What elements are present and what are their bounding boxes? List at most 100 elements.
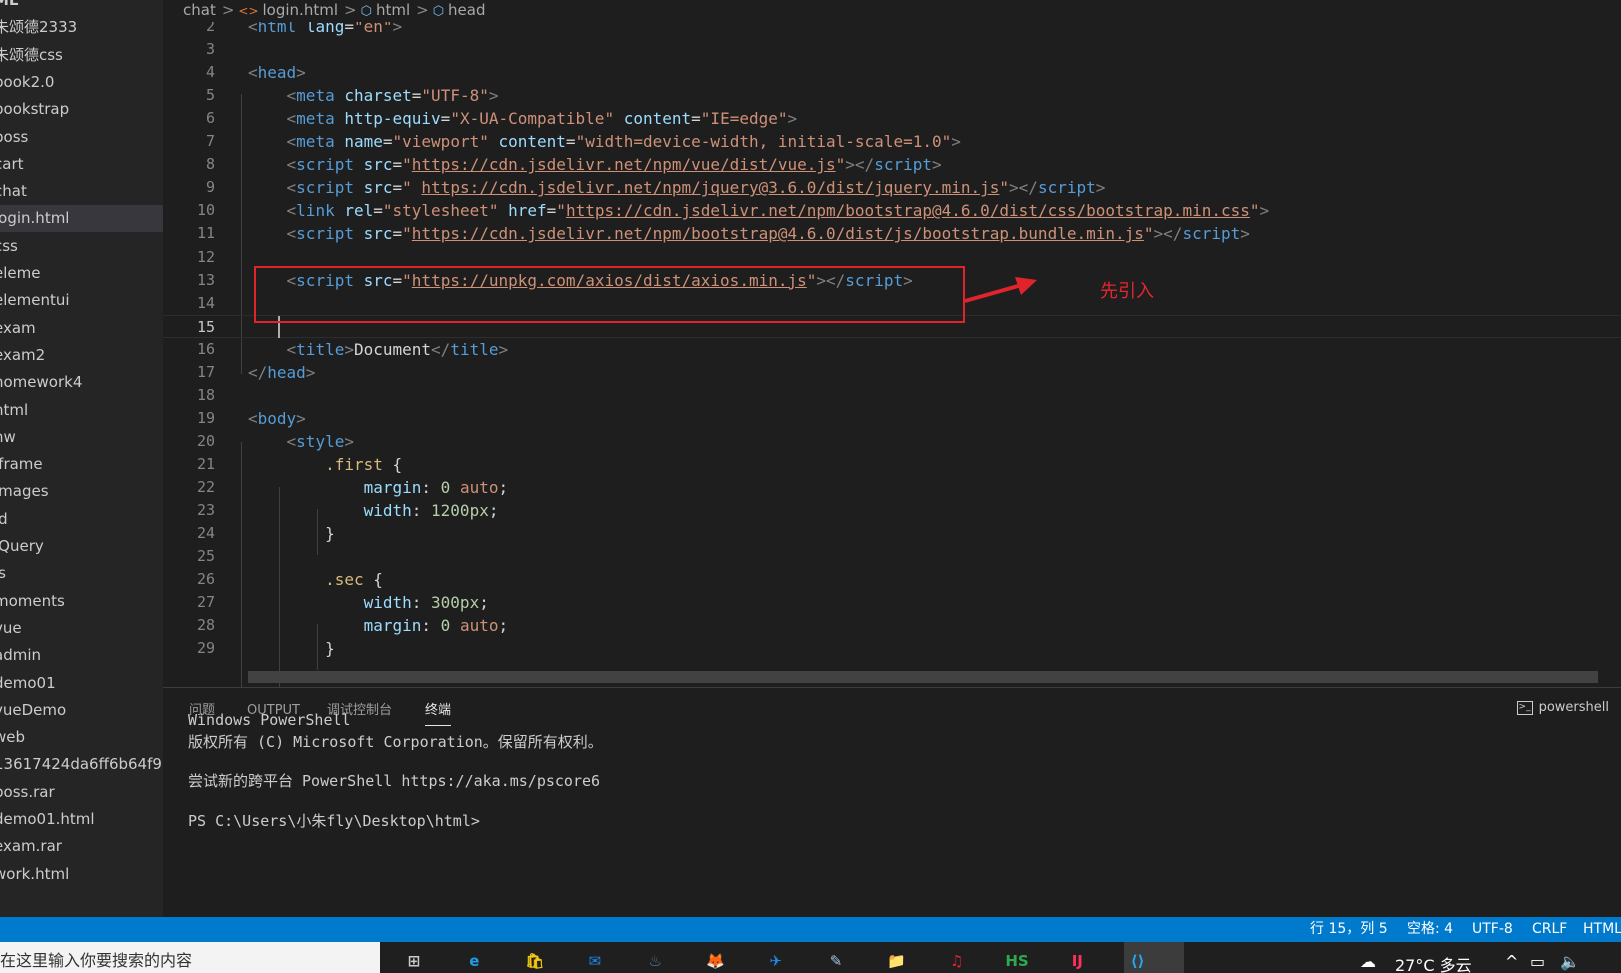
sidebar-item[interactable]: css bbox=[0, 233, 163, 260]
code-line[interactable]: 9 <script src=" https://cdn.jsdelivr.net… bbox=[163, 176, 1621, 200]
hbuilder-icon[interactable]: HS bbox=[1003, 950, 1031, 973]
sidebar-item[interactable]: login.html bbox=[0, 205, 163, 233]
sidebar-item[interactable]: js bbox=[0, 560, 163, 587]
code-line[interactable]: 16 <title>Document</title> bbox=[163, 338, 1621, 362]
breadcrumb-folder[interactable]: chat bbox=[183, 1, 216, 19]
sidebar-item[interactable]: elementui bbox=[0, 287, 163, 314]
sidebar-item[interactable]: demo01 bbox=[0, 670, 163, 697]
code-line[interactable]: 27 width: 300px; bbox=[163, 591, 1621, 615]
code-editor[interactable]: 2 <html lang="en"> 3 4 <head> 5 <meta charset… bbox=[163, 22, 1621, 687]
code-line[interactable]: 11 <script src="https://cdn.jsdelivr.net… bbox=[163, 222, 1621, 246]
sidebar-item[interactable]: 13617424da6ff6b64f9... bbox=[0, 751, 163, 778]
sidebar-item[interactable]: cart bbox=[0, 151, 163, 178]
folder-icon[interactable]: 📁 bbox=[882, 950, 910, 973]
sidebar-item[interactable]: vueDemo bbox=[0, 697, 163, 724]
sidebar-item[interactable]: jQuery bbox=[0, 533, 163, 560]
line-number: 12 bbox=[196, 247, 215, 266]
sidebar-item[interactable]: web bbox=[0, 724, 163, 751]
sidebar-item[interactable]: vue bbox=[0, 615, 163, 642]
volume-icon[interactable]: 🔈 bbox=[1560, 952, 1580, 971]
edge-icon[interactable]: e bbox=[460, 950, 488, 973]
breadcrumb-html[interactable]: html bbox=[376, 1, 410, 19]
code-line[interactable]: 7 <meta name="viewport" content="width=d… bbox=[163, 130, 1621, 154]
line-ending[interactable]: CRLF bbox=[1532, 917, 1567, 942]
sidebar-item[interactable]: chat bbox=[0, 178, 163, 205]
encoding[interactable]: UTF-8 bbox=[1472, 917, 1513, 942]
code-line[interactable]: 5 <meta charset="UTF-8"> bbox=[163, 84, 1621, 108]
sidebar-item[interactable]: exam bbox=[0, 315, 163, 342]
sidebar-item[interactable]: 朱颂德2333 bbox=[0, 14, 163, 41]
sidebar-item[interactable]: html bbox=[0, 397, 163, 424]
language-mode[interactable]: HTML bbox=[1583, 917, 1621, 942]
code-line[interactable]: 25 bbox=[163, 545, 1621, 569]
weather-text[interactable]: 27°C 多云 bbox=[1395, 952, 1472, 973]
sidebar-item[interactable]: moments bbox=[0, 588, 163, 615]
code-line[interactable]: 23 width: 1200px; bbox=[163, 499, 1621, 523]
code-line[interactable]: 21 .first { bbox=[163, 453, 1621, 477]
code-line[interactable]: 17 </head> bbox=[163, 361, 1621, 385]
line-number: 4 bbox=[205, 63, 215, 82]
breadcrumb-file[interactable]: login.html bbox=[263, 1, 338, 19]
network-icon[interactable]: ▭ bbox=[1530, 952, 1545, 971]
code-line[interactable]: 10 <link rel="stylesheet" href="https://… bbox=[163, 199, 1621, 223]
sidebar-item[interactable]: l bbox=[0, 888, 163, 915]
netease-music-icon[interactable]: ♫ bbox=[943, 950, 971, 973]
sidebar-item[interactable]: bookstrap bbox=[0, 96, 163, 123]
code-line[interactable]: 6 <meta http-equiv="X-UA-Compatible" con… bbox=[163, 107, 1621, 131]
sidebar-item[interactable]: boss.rar bbox=[0, 779, 163, 806]
sidebar-item[interactable]: demo01.html bbox=[0, 806, 163, 833]
vscode-icon[interactable]: ⟨⟩ bbox=[1124, 950, 1152, 973]
breadcrumb-head[interactable]: head bbox=[448, 1, 485, 19]
code-line[interactable]: 20 <style> bbox=[163, 430, 1621, 454]
code-line[interactable]: 24 } bbox=[163, 522, 1621, 546]
firefox-icon[interactable]: 🦊 bbox=[702, 950, 730, 973]
sidebar-item[interactable]: hw bbox=[0, 424, 163, 451]
annotation-text: 先引入 bbox=[1100, 281, 1154, 302]
task-view-icon[interactable]: ⊞ bbox=[400, 950, 428, 973]
mail-icon[interactable]: ✉ bbox=[581, 950, 609, 973]
sidebar-item[interactable]: exam.rar bbox=[0, 833, 163, 860]
chevron-up-icon[interactable]: ^ bbox=[1505, 952, 1518, 971]
sidebar-item[interactable]: 朱颂德css bbox=[0, 42, 163, 69]
sidebar-item[interactable]: ML bbox=[0, 0, 163, 14]
terminal-prompt[interactable]: PS C:\Users\小朱fly\Desktop\html> bbox=[188, 810, 480, 831]
sidebar-item[interactable]: jd bbox=[0, 506, 163, 533]
taskbar-search-input[interactable]: 在这里输入你要搜索的内容 bbox=[0, 942, 380, 973]
terminal-line: Windows PowerShell bbox=[188, 711, 351, 729]
sidebar-item[interactable]: eleme bbox=[0, 260, 163, 287]
sidebar-item[interactable]: boss bbox=[0, 124, 163, 151]
feather-icon[interactable]: ✈ bbox=[762, 950, 790, 973]
code-line[interactable]: 8 <script src="https://cdn.jsdelivr.net/… bbox=[163, 153, 1621, 177]
code-line[interactable]: 3 bbox=[163, 38, 1621, 62]
code-line[interactable]: 19 <body> bbox=[163, 407, 1621, 431]
horizontal-scrollbar[interactable] bbox=[248, 671, 1598, 683]
sidebar-item[interactable]: book2.0 bbox=[0, 69, 163, 96]
sidebar-item[interactable]: images bbox=[0, 478, 163, 505]
sidebar-item[interactable]: admin bbox=[0, 642, 163, 669]
code-line[interactable]: 29 } bbox=[163, 637, 1621, 661]
code-line[interactable]: 4 <head> bbox=[163, 61, 1621, 85]
code-line[interactable]: 18 bbox=[163, 384, 1621, 408]
code-text: } bbox=[248, 639, 335, 659]
steam-icon[interactable]: ♨ bbox=[641, 950, 669, 973]
weather-icon[interactable]: ☁ bbox=[1360, 952, 1376, 971]
pen-icon[interactable]: ✎ bbox=[822, 950, 850, 973]
indentation[interactable]: 空格: 4 bbox=[1407, 917, 1453, 942]
sidebar-item-label: iframe bbox=[0, 455, 43, 474]
sidebar-item[interactable]: exam2 bbox=[0, 342, 163, 369]
sidebar-item-label: boss bbox=[0, 127, 29, 146]
code-line[interactable]: 26 .sec { bbox=[163, 568, 1621, 592]
code-line[interactable]: 22 margin: 0 auto; bbox=[163, 476, 1621, 500]
code-line[interactable]: 28 margin: 0 auto; bbox=[163, 614, 1621, 638]
store-icon[interactable]: 🛍 bbox=[521, 950, 549, 973]
code-line[interactable]: 2 <html lang="en"> bbox=[163, 22, 1621, 39]
sidebar-item-label: moments bbox=[0, 591, 65, 610]
sidebar-item-label: 13617424da6ff6b64f9... bbox=[0, 755, 163, 774]
cursor-position[interactable]: 行 15，列 5 bbox=[1310, 917, 1388, 942]
sidebar-item[interactable]: iframe bbox=[0, 451, 163, 478]
tab-terminal[interactable]: 终端 bbox=[425, 700, 452, 726]
sidebar-item[interactable]: work.html bbox=[0, 861, 163, 888]
intellij-icon[interactable]: IJ bbox=[1063, 950, 1091, 973]
sidebar-item[interactable]: homework4 bbox=[0, 369, 163, 396]
terminal-selector[interactable]: >_ powershell bbox=[1516, 700, 1609, 715]
